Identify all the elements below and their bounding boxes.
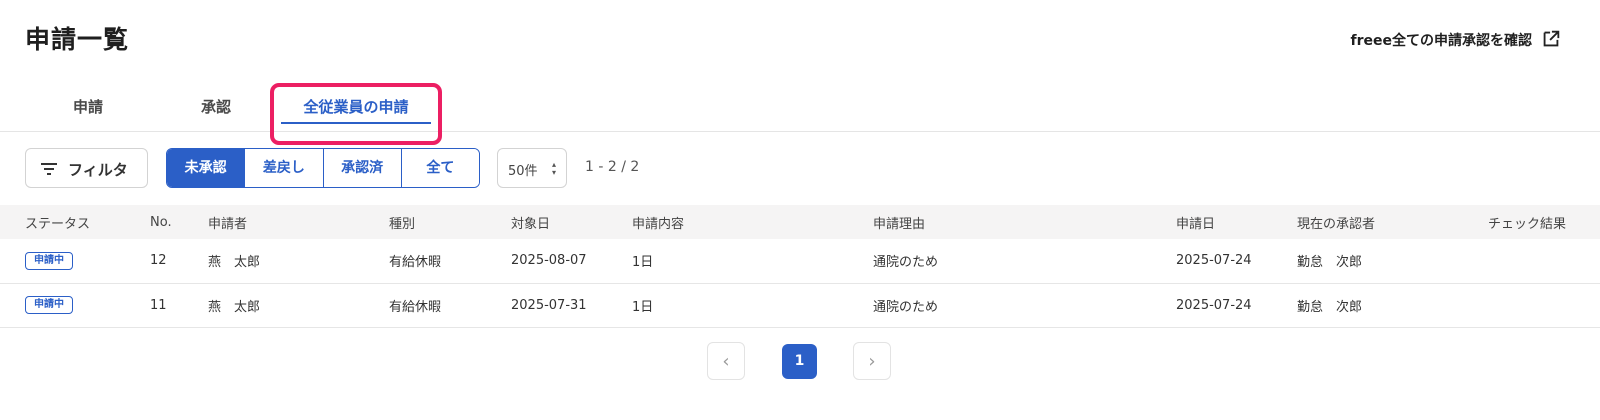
cell-check-result (1488, 283, 1600, 327)
cell-target-date: 2025-08-07 (511, 253, 587, 269)
header-target-date: 対象日 (511, 216, 551, 232)
cell-type: 有給休暇 (389, 299, 442, 315)
cell-target-date: 2025-07-31 (511, 297, 587, 313)
header-applicant: 申請者 (208, 216, 248, 232)
per-page-select[interactable]: 50件 ▴ ▾ (497, 148, 567, 188)
header-content: 申請内容 (632, 216, 685, 232)
cell-applied-date: 2025-07-24 (1176, 253, 1252, 269)
header-reason: 申請理由 (873, 216, 926, 232)
cell-check-result (1488, 239, 1600, 283)
cell-applicant: 燕 太郎 (208, 299, 261, 315)
status-badge[interactable]: 申請中 (25, 296, 73, 314)
cell-no: 12 (150, 253, 167, 269)
page-title: 申請一覧 (25, 25, 130, 54)
per-page-value: 50件 (508, 164, 538, 179)
result-range: 1 - 2 / 2 (585, 159, 640, 175)
tab-bar: 申請 承認 全従業員の申請 (0, 82, 1600, 132)
header-status: ステータス (25, 216, 91, 232)
next-page-button[interactable]: › (853, 342, 891, 380)
tab-all-employee-applications[interactable]: 全従業員の申請 (277, 82, 435, 132)
status-segmented-control: 未承認 差戻し 承認済 全て (166, 148, 480, 188)
tab-all-employee-applications-label: 全従業員の申請 (303, 98, 409, 116)
cell-applicant: 燕 太郎 (208, 255, 261, 271)
cell-status: 申請中 (0, 239, 150, 283)
freee-all-requests-link[interactable]: freee全ての申請承認を確認 (1351, 30, 1532, 50)
chevron-right-icon: › (868, 351, 876, 372)
requests-table: ステータス No. 申請者 種別 対象日 申請内容 申請理由 申請日 現在の承認… (0, 205, 1600, 328)
cell-content: 1日 (632, 255, 654, 271)
page-number-button[interactable]: 1 (782, 344, 817, 379)
previous-page-button[interactable]: ‹ (707, 342, 745, 380)
external-link-icon[interactable] (1540, 28, 1562, 50)
filter-label: フィルタ (68, 161, 128, 179)
segment-unapproved[interactable]: 未承認 (167, 149, 245, 187)
table-row[interactable]: 申請中 11 燕 太郎 有給休暇 2025-07-31 1日 通院のため 202… (0, 283, 1600, 327)
cell-reason: 通院のため (873, 299, 939, 315)
segment-all[interactable]: 全て (400, 149, 479, 187)
chevron-left-icon: ‹ (722, 351, 730, 372)
active-tab-underline (281, 122, 431, 124)
cell-status: 申請中 (0, 283, 150, 327)
header-applied-date: 申請日 (1176, 216, 1216, 232)
cell-content: 1日 (632, 299, 654, 315)
tab-applications[interactable]: 申請 (48, 82, 128, 132)
select-arrows-icon: ▴ ▾ (551, 160, 556, 177)
header-approver: 現在の承認者 (1297, 216, 1376, 232)
toolbar: フィルタ 未承認 差戻し 承認済 全て 50件 ▴ ▾ 1 - 2 / 2 (0, 148, 1600, 190)
filter-icon (41, 163, 57, 175)
tab-approvals[interactable]: 承認 (176, 82, 256, 132)
filter-button[interactable]: フィルタ (25, 148, 148, 188)
header-no: No. (150, 214, 172, 230)
header-check-result: チェック結果 (1488, 216, 1567, 232)
pagination: ‹ 1 › (0, 342, 1600, 382)
cell-approver: 勤怠 次郎 (1297, 255, 1363, 271)
cell-applied-date: 2025-07-24 (1176, 297, 1252, 313)
cell-approver: 勤怠 次郎 (1297, 299, 1363, 315)
cell-no: 11 (150, 297, 167, 313)
header-type: 種別 (389, 216, 416, 232)
table-header-row: ステータス No. 申請者 種別 対象日 申請内容 申請理由 申請日 現在の承認… (0, 205, 1600, 239)
table-row[interactable]: 申請中 12 燕 太郎 有給休暇 2025-08-07 1日 通院のため 202… (0, 239, 1600, 283)
segment-returned[interactable]: 差戻し (244, 149, 323, 187)
segment-approved[interactable]: 承認済 (322, 149, 401, 187)
cell-reason: 通院のため (873, 255, 939, 271)
status-badge[interactable]: 申請中 (25, 251, 73, 270)
cell-type: 有給休暇 (389, 255, 442, 271)
